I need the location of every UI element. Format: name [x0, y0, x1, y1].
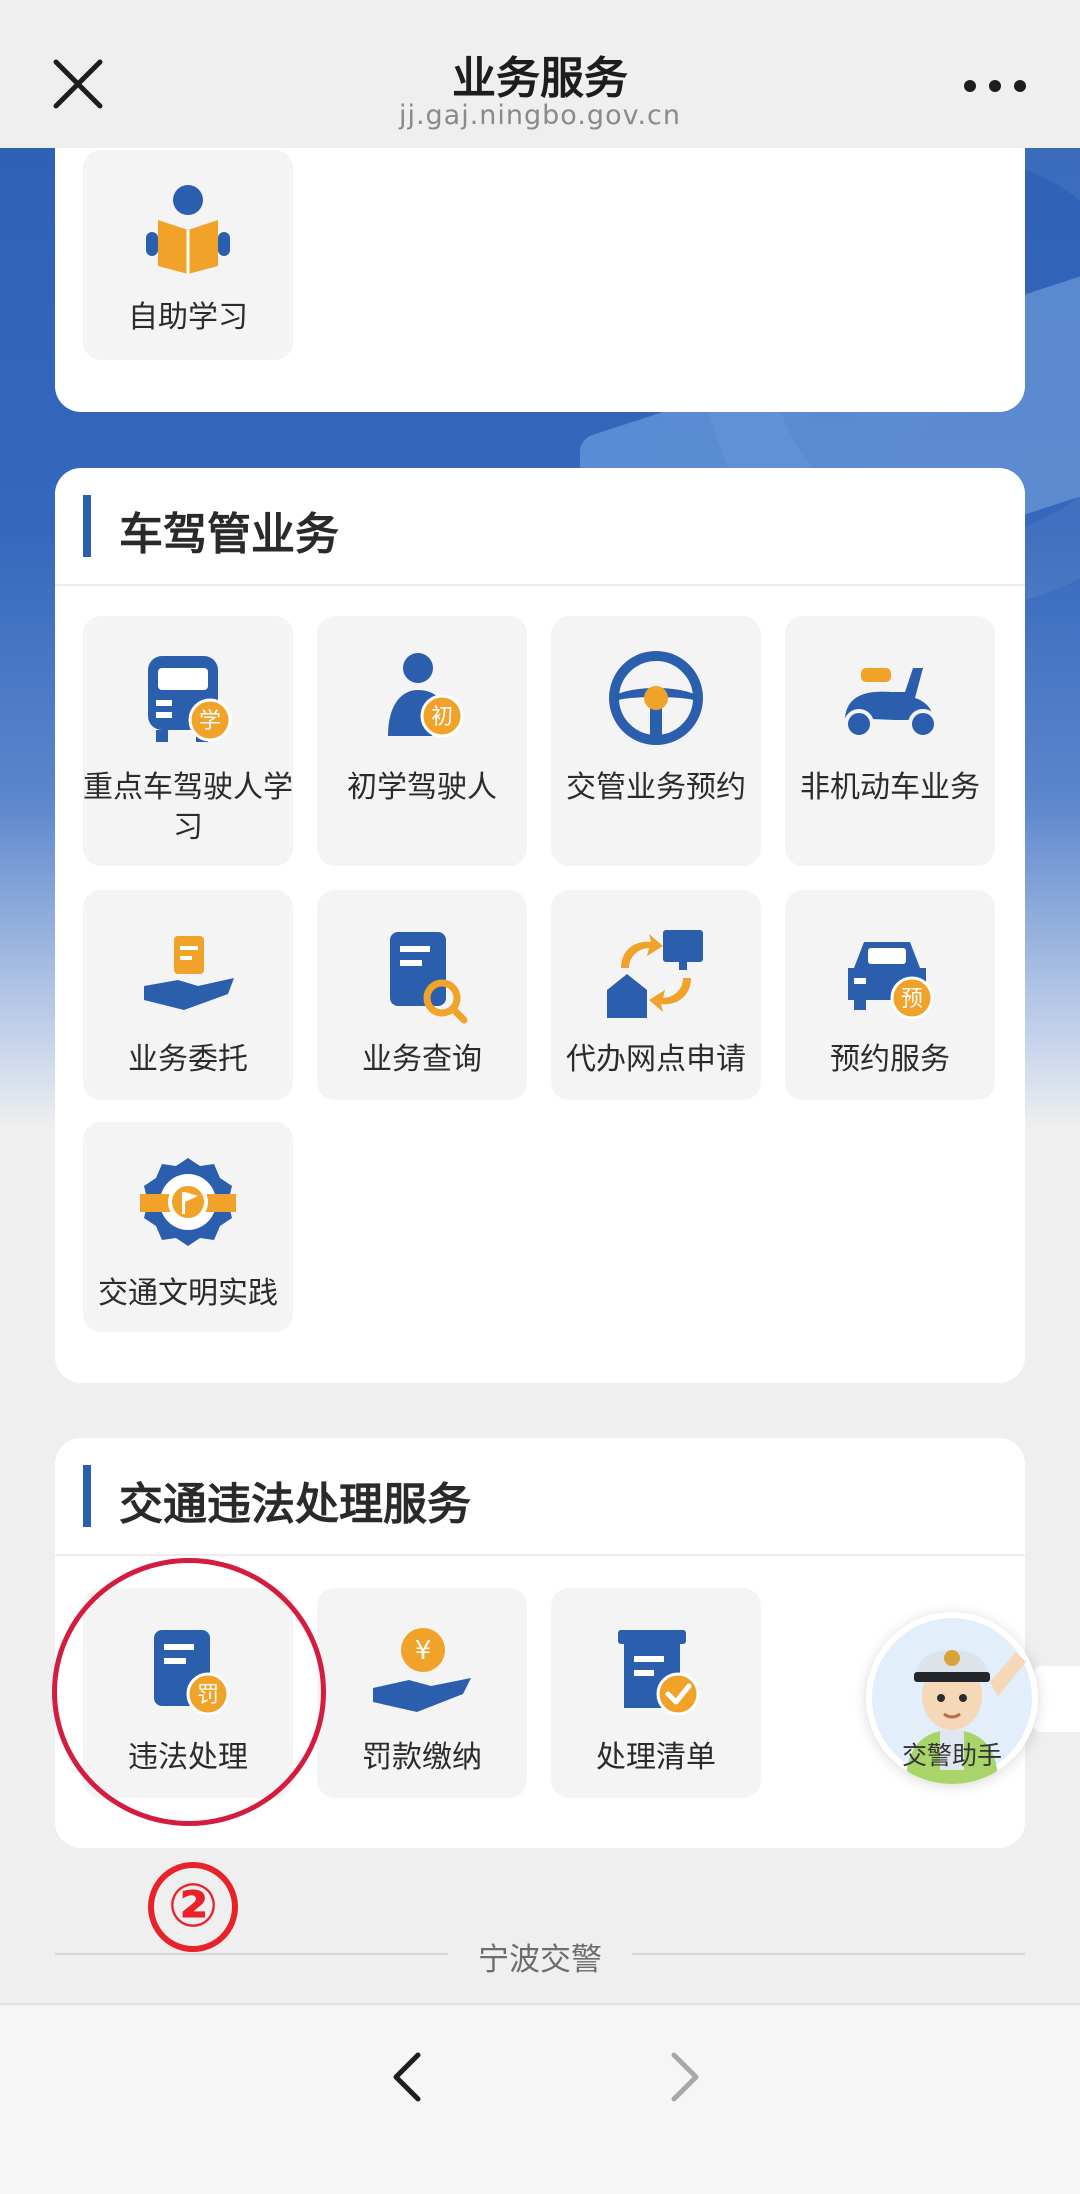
svg-text:初: 初: [431, 705, 453, 730]
tile-non-motor-vehicle[interactable]: 非机动车业务: [785, 616, 995, 866]
tile-label: 处理清单: [596, 1740, 716, 1775]
tile-label: 重点车驾驶人学习: [83, 770, 293, 845]
tile-label: 初学驾驶人: [347, 770, 497, 805]
step-number-badge: ②: [148, 1862, 238, 1952]
steering-wheel-icon: [609, 651, 703, 745]
tile-self-study[interactable]: 自助学习: [83, 150, 293, 360]
svg-text:¥: ¥: [415, 1636, 432, 1666]
section-title: 车驾管业务: [119, 509, 339, 560]
tile-agency-application[interactable]: 代办网点申请: [551, 890, 761, 1100]
footer-brand: 宁波交警: [478, 1942, 602, 1978]
tile-label: 业务查询: [362, 1042, 482, 1077]
footer-divider: [632, 1953, 1025, 1955]
forward-arrow-icon[interactable]: [652, 2047, 712, 2107]
tile-reservation-service[interactable]: 预 预约服务: [785, 890, 995, 1100]
svg-text:预: 预: [901, 987, 923, 1012]
tile-label: 非机动车业务: [800, 770, 980, 805]
tile-business-query[interactable]: 业务查询: [317, 890, 527, 1100]
section-accent-bar: [83, 495, 91, 557]
hand-document-icon: [144, 936, 234, 1010]
section-header: 交通违法处理服务: [55, 1438, 1025, 1556]
tile-traffic-civilization[interactable]: 交通文明实践: [83, 1122, 293, 1332]
bus-study-icon: 学: [148, 656, 232, 742]
page-title: 业务服务: [452, 53, 628, 104]
traffic-police-assistant-button[interactable]: 交警助手: [866, 1612, 1038, 1784]
tile-processing-list[interactable]: 处理清单: [551, 1588, 761, 1798]
tile-novice-driver[interactable]: 初 初学驾驶人: [317, 616, 527, 866]
civilization-badge-icon: [140, 1158, 236, 1246]
more-icon[interactable]: [960, 66, 1030, 106]
self-study-card: 自助学习: [55, 110, 1025, 412]
tile-business-delegation[interactable]: 业务委托: [83, 890, 293, 1100]
tile-label: 交通文明实践: [98, 1276, 278, 1311]
top-nav-bar: 业务服务 jj.gaj.ningbo.gov.cn: [0, 0, 1080, 148]
footer-divider: [55, 1953, 448, 1955]
section-title: 交通违法处理服务: [119, 1479, 471, 1530]
back-arrow-icon[interactable]: [380, 2047, 440, 2107]
driver-vehicle-card: 车驾管业务 学 重点车驾驶人学习 初 初学驾驶人 交管业务预约 非机动车业务 业…: [55, 468, 1025, 1383]
agency-exchange-icon: [607, 930, 703, 1018]
tile-label: 交管业务预约: [566, 770, 746, 805]
assistant-label: 交警助手: [901, 1741, 1002, 1770]
reading-person-icon: [146, 185, 230, 274]
tile-traffic-appointment[interactable]: 交管业务预约: [551, 616, 761, 866]
scooter-icon: [844, 668, 938, 739]
document-search-icon: [390, 932, 468, 1024]
tile-label: 自助学习: [128, 300, 248, 335]
car-reservation-icon: 预: [848, 942, 934, 1020]
section-accent-bar: [83, 1465, 91, 1527]
svg-text:学: 学: [199, 709, 221, 734]
tile-label: 罚款缴纳: [362, 1740, 482, 1775]
tile-label: 代办网点申请: [566, 1042, 746, 1077]
novice-driver-icon: 初: [388, 653, 464, 738]
tile-label: 业务委托: [128, 1042, 248, 1077]
tile-label: 预约服务: [830, 1042, 950, 1077]
highlight-circle: [52, 1558, 326, 1826]
page-domain: jj.gaj.ningbo.gov.cn: [398, 100, 682, 131]
yuan-payment-icon: ¥: [373, 1628, 471, 1712]
assistant-dock-tab[interactable]: [1032, 1666, 1080, 1732]
checklist-icon: [618, 1630, 700, 1716]
browser-bottom-bar: [0, 2003, 1080, 2194]
section-header: 车驾管业务: [55, 468, 1025, 586]
tile-fine-payment[interactable]: ¥ 罚款缴纳: [317, 1588, 527, 1798]
tile-key-driver-study[interactable]: 学 重点车驾驶人学习: [83, 616, 293, 866]
